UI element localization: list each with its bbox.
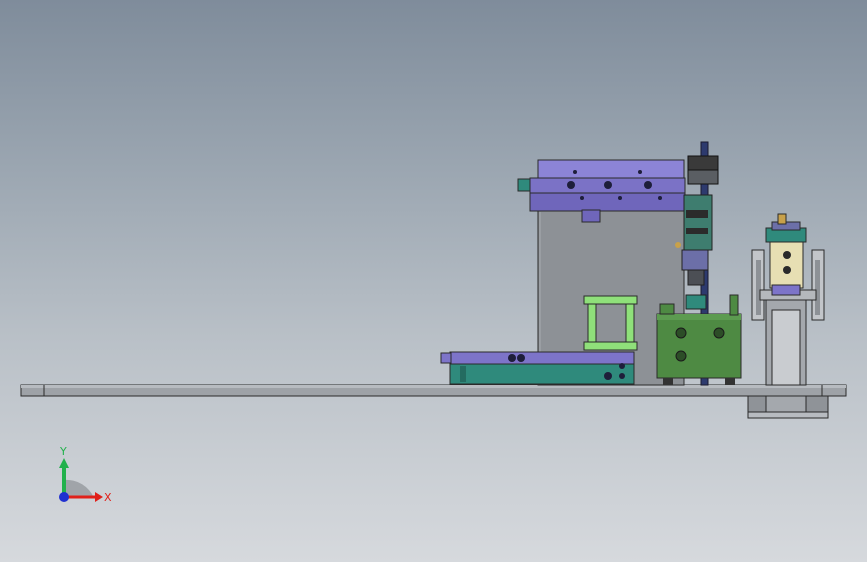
x-axis-label: X	[104, 491, 112, 504]
linear-slide-rail	[440, 351, 635, 385]
cad-viewport[interactable]: Y X	[0, 0, 867, 562]
coordinate-triad: Y X	[59, 445, 112, 504]
z-axis-dot	[59, 492, 69, 502]
y-axis-label: Y	[59, 445, 67, 458]
base-plate	[20, 384, 847, 397]
